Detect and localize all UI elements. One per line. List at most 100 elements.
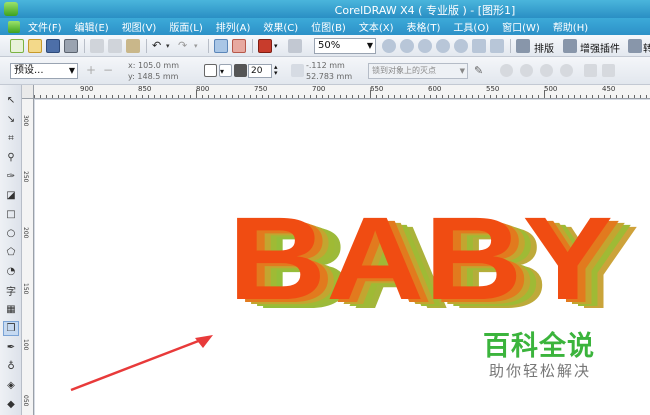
outline-tool-icon[interactable]: ♁: [3, 359, 19, 374]
new-document-icon[interactable]: [10, 39, 24, 53]
menu-arrange[interactable]: 排列(A): [216, 19, 251, 34]
fill-tool-icon[interactable]: ◈: [3, 378, 19, 393]
ruler-tick: [496, 95, 497, 98]
ruler-tick: [352, 95, 353, 98]
vanishing-point-x[interactable]: -.112 mm: [306, 61, 345, 70]
print-icon[interactable]: [64, 39, 78, 53]
zoom-tool-icon[interactable]: ⚲: [3, 150, 19, 165]
redo-dropdown-icon[interactable]: ▾: [194, 39, 208, 53]
zoom-level-select[interactable]: 50% ▼: [314, 38, 376, 54]
eyedropper-tool-icon[interactable]: ✒: [3, 340, 19, 355]
drawing-canvas[interactable]: BABY BABY BABY BABY BABY 百科全说 助你轻松解决: [35, 100, 650, 415]
ruler-tick: [430, 95, 431, 98]
clear-extrude-icon[interactable]: [602, 64, 615, 77]
menu-file[interactable]: 文件(F): [28, 19, 62, 34]
menu-tools[interactable]: 工具(O): [453, 19, 489, 34]
extrude-bevel-icon[interactable]: [540, 64, 553, 77]
ruler-tick: [532, 95, 533, 98]
ruler-tick: [598, 95, 599, 98]
pick-tool-icon[interactable]: ↖: [3, 93, 19, 108]
vanishing-point-select[interactable]: 锁到对象上的灭点 ▼: [368, 63, 468, 79]
text-tool-icon[interactable]: 字: [3, 283, 19, 298]
zoom-width-icon[interactable]: [472, 39, 486, 53]
copy-icon[interactable]: [108, 39, 122, 53]
paste-icon[interactable]: [126, 39, 140, 53]
zoom-height-icon[interactable]: [490, 39, 504, 53]
vertical-ruler[interactable]: 300 250 200 150 100 050: [22, 99, 34, 415]
horizontal-ruler[interactable]: 900 850 800 750 700 650 600 550 500 450: [22, 85, 650, 99]
plugin-button[interactable]: 增强插件: [580, 40, 620, 55]
plugin-icon[interactable]: [563, 39, 577, 53]
baby-front-face[interactable]: BABY: [228, 193, 613, 325]
ruler-tick: [154, 95, 155, 98]
zoom-page-icon[interactable]: [454, 39, 468, 53]
convert-icon[interactable]: [628, 39, 642, 53]
crop-tool-icon[interactable]: ⌗: [3, 131, 19, 146]
chevron-down-icon: ▼: [366, 41, 373, 50]
layout-button[interactable]: 排版: [534, 40, 554, 55]
interactive-fill-icon[interactable]: ◆: [3, 397, 19, 412]
zoom-in-icon[interactable]: [382, 39, 396, 53]
application-launcher-icon[interactable]: [258, 39, 272, 53]
interactive-extrude-tool-icon[interactable]: ❒: [3, 321, 19, 336]
menu-layout[interactable]: 版面(L): [169, 19, 202, 34]
menu-view[interactable]: 视图(V): [122, 19, 157, 34]
remove-preset-icon[interactable]: −: [103, 64, 116, 77]
vanishing-point-y[interactable]: 52.783 mm: [306, 72, 352, 81]
ellipse-tool-icon[interactable]: ○: [3, 226, 19, 241]
chevron-down-icon: ▼: [459, 67, 465, 75]
menu-table[interactable]: 表格(T): [407, 19, 441, 34]
basic-shapes-icon[interactable]: ◔: [3, 264, 19, 279]
import-icon[interactable]: [214, 39, 228, 53]
ruler-tick: [238, 95, 239, 98]
extrusion-type-icon[interactable]: [204, 64, 217, 77]
title-bar: CorelDRAW X4 ( 专业版 ) - [图形1]: [0, 0, 650, 18]
ruler-tick: [640, 95, 641, 98]
ruler-tick: [514, 95, 515, 98]
menu-window[interactable]: 窗口(W): [502, 19, 540, 34]
x-position-field[interactable]: x: 105.0 mm: [128, 61, 179, 70]
zoom-selected-icon[interactable]: [418, 39, 432, 53]
menu-edit[interactable]: 编辑(E): [75, 19, 109, 34]
ruler-origin[interactable]: [22, 85, 34, 99]
freehand-tool-icon[interactable]: ✑: [3, 169, 19, 184]
add-preset-icon[interactable]: +: [86, 64, 99, 77]
y-position-field[interactable]: y: 148.5 mm: [128, 72, 178, 81]
undo-icon[interactable]: ↶: [152, 39, 166, 53]
open-folder-icon[interactable]: [28, 39, 42, 53]
cut-icon[interactable]: [90, 39, 104, 53]
menu-text[interactable]: 文本(X): [359, 19, 394, 34]
menu-effects[interactable]: 效果(C): [263, 19, 298, 34]
launcher-dropdown-icon[interactable]: ▾: [274, 39, 288, 53]
ruler-tick: [556, 95, 557, 98]
extrude-color-icon[interactable]: [520, 64, 533, 77]
ruler-tick: [148, 95, 149, 98]
menu-bitmaps[interactable]: 位图(B): [311, 19, 346, 34]
preset-select[interactable]: 预设... ▼: [10, 63, 78, 79]
smart-fill-icon[interactable]: ◪: [3, 188, 19, 203]
table-tool-icon[interactable]: ▦: [3, 302, 19, 317]
ruler-tick: [232, 95, 233, 98]
extrusion-type-dropdown-icon[interactable]: ▾: [219, 64, 232, 77]
shape-tool-icon[interactable]: ↘: [3, 112, 19, 127]
app-menu-icon[interactable]: [8, 20, 20, 33]
extrude-lighting-icon[interactable]: [560, 64, 573, 77]
extrude-rotation-icon[interactable]: [500, 64, 513, 77]
polygon-tool-icon[interactable]: ⬠: [3, 245, 19, 260]
convert-button[interactable]: 转: [643, 40, 650, 55]
menu-help[interactable]: 帮助(H): [553, 19, 588, 34]
depth-input[interactable]: 20: [248, 64, 272, 78]
copy-extrude-icon[interactable]: [584, 64, 597, 77]
ruler-label: 450: [602, 85, 616, 93]
save-icon[interactable]: [46, 39, 60, 53]
rectangle-tool-icon[interactable]: □: [3, 207, 19, 222]
zoom-all-icon[interactable]: [436, 39, 450, 53]
export-icon[interactable]: [232, 39, 246, 53]
layout-icon[interactable]: [516, 39, 530, 53]
zoom-out-icon[interactable]: [400, 39, 414, 53]
welcome-screen-icon[interactable]: [288, 39, 302, 53]
ruler-tick: [226, 95, 227, 98]
eyedropper-icon[interactable]: ✎: [474, 64, 487, 77]
redo-icon[interactable]: ↷: [178, 39, 192, 53]
depth-stepper[interactable]: ▴ ▾: [274, 64, 287, 77]
